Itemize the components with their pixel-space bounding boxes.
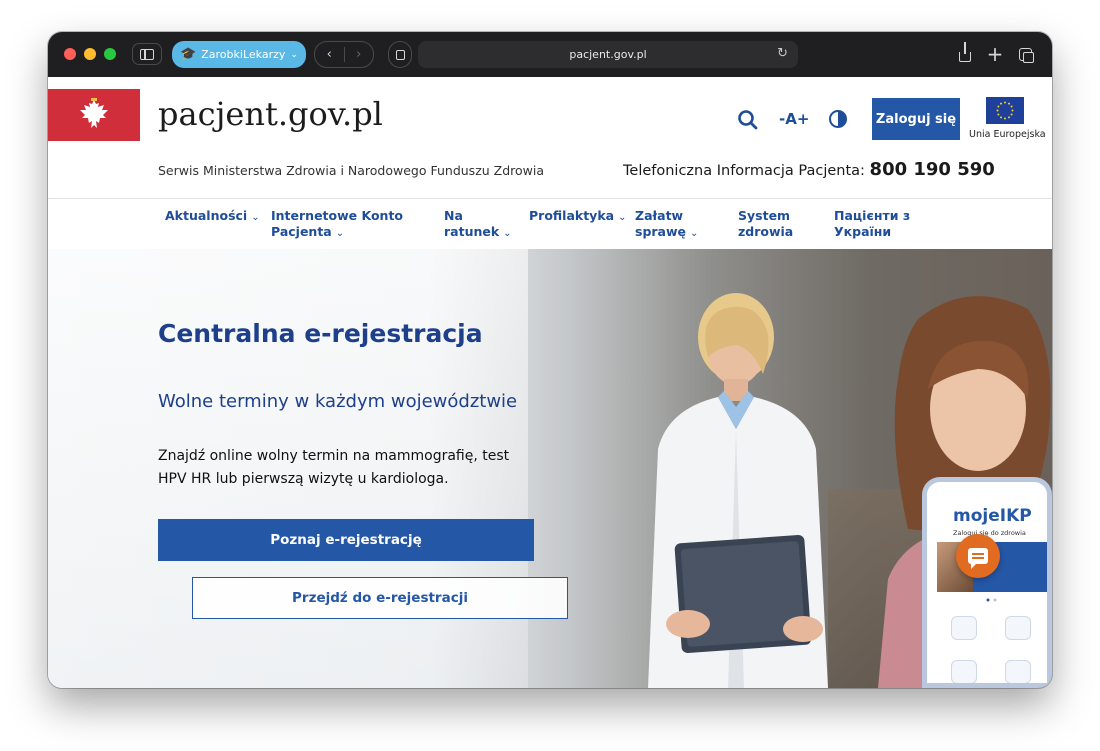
nav-item-label: Pacjenta <box>271 224 332 239</box>
app-tagline: Zaloguj się do zdrowia <box>953 529 1026 537</box>
nav-item-label: Aktualności <box>165 208 248 223</box>
patient-hotline: Telefoniczna Informacja Pacjenta: 800 19… <box>623 159 995 180</box>
search-icon[interactable] <box>737 109 759 131</box>
learn-e-registration-button[interactable]: Poznaj e-rejestrację <box>158 519 534 561</box>
nav-item-label: Na <box>444 208 463 223</box>
site-subtitle: Serwis Ministerstwa Zdrowia i Narodowego… <box>158 163 545 178</box>
nav-item-label: України <box>834 224 892 239</box>
forward-button[interactable]: › <box>343 47 374 62</box>
doctor-illustration <box>648 293 828 688</box>
chevron-down-icon: ⌄ <box>503 228 512 239</box>
eu-flag-icon <box>986 97 1024 124</box>
polish-eagle-icon <box>80 98 108 128</box>
browser-toolbar: 🎓 ZarobkiLekarzy ⌄ ‹ › pacjent.gov.pl ↻ … <box>48 32 1052 77</box>
graduation-cap-icon: 🎓 <box>180 47 197 62</box>
nav-item-profilaktyka[interactable]: Profilaktyka ⌄ <box>529 208 626 226</box>
nav-item-zalatw-sprawe[interactable]: Załatw sprawę ⌄ <box>635 208 698 242</box>
chevron-down-icon: ⌄ <box>618 212 627 223</box>
site-title[interactable]: pacjent.gov.pl <box>158 95 383 133</box>
hero-title: Centralna e-rejestracja <box>158 319 483 348</box>
chevron-down-icon: ⌄ <box>690 228 699 239</box>
nav-item-na-ratunek[interactable]: Na ratunek ⌄ <box>444 208 512 242</box>
eu-label: Unia Europejska <box>969 129 1046 140</box>
nav-item-label: Internetowe Konto <box>271 208 404 223</box>
page-menu-icon <box>395 49 405 60</box>
history-nav: ‹ › <box>314 41 374 68</box>
close-window-button[interactable] <box>64 48 76 60</box>
nav-item-ukraine[interactable]: Пацієнти з України <box>834 208 910 240</box>
url-text: pacjent.gov.pl <box>569 48 647 61</box>
nav-item-label: ratunek <box>444 224 500 239</box>
font-size-toggle[interactable]: -A+ <box>779 110 809 128</box>
reload-icon[interactable]: ↻ <box>777 46 788 61</box>
browser-window: 🎓 ZarobkiLekarzy ⌄ ‹ › pacjent.gov.pl ↻ … <box>48 32 1052 688</box>
hotline-number[interactable]: 800 190 590 <box>870 159 995 180</box>
chevron-down-icon: ⌄ <box>290 49 298 60</box>
nav-item-label: Profilaktyka <box>529 208 615 223</box>
carousel-dots <box>986 598 997 602</box>
minimize-window-button[interactable] <box>84 48 96 60</box>
profile-button[interactable]: 🎓 ZarobkiLekarzy ⌄ <box>172 41 306 68</box>
login-button[interactable]: Zaloguj się <box>872 98 960 140</box>
nav-item-system-zdrowia[interactable]: System zdrowia <box>738 208 793 240</box>
sidebar-toggle-button[interactable] <box>132 43 162 65</box>
chat-icon <box>968 548 988 569</box>
chat-button[interactable] <box>956 534 1000 578</box>
tab-overview-button[interactable] <box>1014 43 1036 65</box>
nav-item-label: Załatw <box>635 208 684 223</box>
phone-screen: mojeIKP Zaloguj się do zdrowia <box>927 482 1047 683</box>
app-tile-icon <box>951 616 977 640</box>
app-logo: mojeIKP <box>953 506 1032 526</box>
nav-item-label: sprawę <box>635 224 687 239</box>
share-icon <box>959 42 971 62</box>
nav-item-label: zdrowia <box>738 224 794 239</box>
new-tab-button[interactable]: + <box>984 42 1006 66</box>
nav-item-label: System <box>738 208 791 223</box>
sidebar-icon <box>140 48 154 60</box>
plus-icon: + <box>986 42 1004 66</box>
nav-item-label: Пацієнти з <box>834 208 911 223</box>
tab-overview-icon <box>1018 47 1034 63</box>
hotline-label: Telefoniczna Informacja Pacjenta: <box>623 163 865 179</box>
app-tile-icon <box>951 660 977 683</box>
profile-name: ZarobkiLekarzy <box>201 48 286 61</box>
app-tile-icon <box>1005 660 1031 683</box>
nav-item-aktualnosci[interactable]: Aktualności ⌄ <box>165 208 260 226</box>
hero-subtitle: Wolne terminy w każdym województwie <box>158 391 518 412</box>
phone-mockup: mojeIKP Zaloguj się do zdrowia <box>922 477 1052 688</box>
page-menu-button[interactable] <box>388 41 412 68</box>
main-navigation: Aktualności ⌄ Internetowe Konto Pacjenta ⌄… <box>48 199 1052 249</box>
zoom-window-button[interactable] <box>104 48 116 60</box>
chevron-down-icon: ⌄ <box>335 228 345 239</box>
go-to-e-registration-button[interactable]: Przejdź do e-rejestracji <box>192 577 568 619</box>
share-button[interactable] <box>954 42 976 65</box>
chevron-down-icon: ⌄ <box>251 212 260 223</box>
hero-description: Znajdź online wolny termin na mammografi… <box>158 448 510 487</box>
hero-banner: Centralna e-rejestracja Wolne terminy w … <box>48 249 1052 688</box>
site-header: pacjent.gov.pl Serwis Ministerstwa Zdrow… <box>48 77 1052 199</box>
emblem-band <box>48 89 140 141</box>
nav-item-ikp[interactable]: Internetowe Konto Pacjenta ⌄ <box>271 208 403 242</box>
back-button[interactable]: ‹ <box>315 47 344 62</box>
address-bar[interactable]: pacjent.gov.pl ↻ <box>418 41 798 68</box>
heart-icon <box>1005 616 1031 640</box>
contrast-icon[interactable] <box>829 110 847 128</box>
